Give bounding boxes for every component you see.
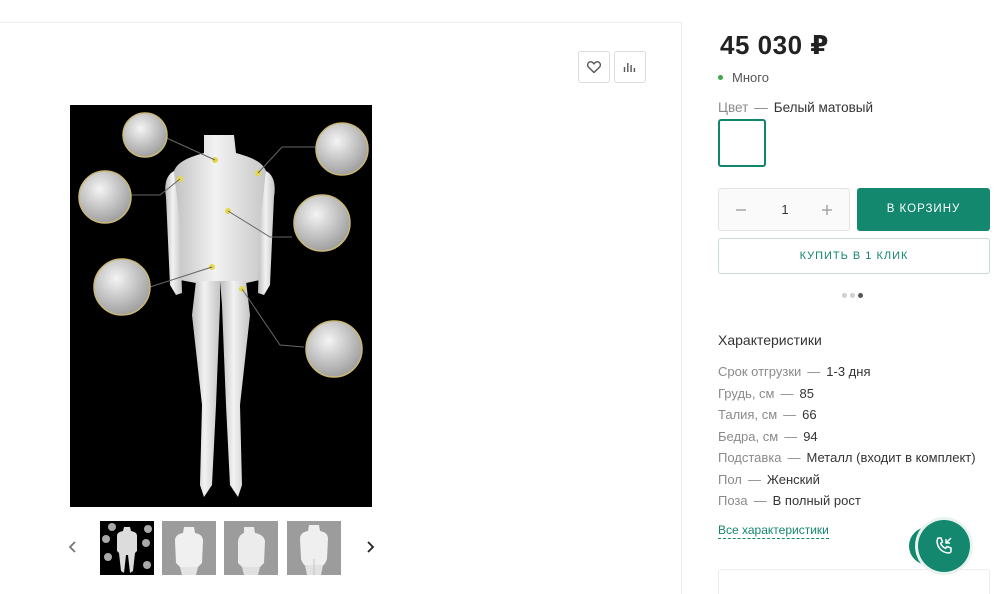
product-price: 45 030 ₽ bbox=[720, 30, 829, 60]
quantity-decrease-button[interactable] bbox=[729, 199, 753, 221]
spec-value: 1-3 дня bbox=[826, 364, 871, 379]
spec-separator: — bbox=[784, 428, 798, 444]
spec-separator: — bbox=[753, 493, 767, 508]
quantity-input[interactable]: 1 bbox=[759, 189, 811, 230]
call-button[interactable] bbox=[909, 517, 973, 575]
color-value: Белый матовый bbox=[773, 100, 873, 115]
stock-text: Много bbox=[732, 70, 769, 85]
buy-one-click-button[interactable]: КУПИТЬ В 1 КЛИК bbox=[718, 238, 990, 274]
thumbnail-3[interactable] bbox=[224, 521, 278, 575]
spec-value: 94 bbox=[803, 428, 818, 444]
favorite-button[interactable] bbox=[578, 51, 610, 83]
quantity-increase-button[interactable] bbox=[815, 199, 839, 221]
product-info-panel: 45 030 ₽ Много Цвет — Белый матовый 1 В КО… bbox=[718, 0, 990, 594]
phone-icon bbox=[936, 537, 952, 554]
spec-value: В полный рост bbox=[772, 493, 861, 508]
spec-row: Талия, см — 66 bbox=[718, 407, 976, 429]
spec-separator: — bbox=[780, 385, 794, 401]
quantity-stepper: 1 bbox=[718, 188, 850, 231]
spec-label: Пол bbox=[718, 471, 742, 487]
minus-icon bbox=[736, 209, 746, 211]
mannequin-illustration bbox=[78, 112, 369, 497]
main-product-image[interactable] bbox=[70, 105, 372, 507]
spec-value: 66 bbox=[802, 407, 817, 422]
color-row: Цвет — Белый матовый bbox=[718, 100, 873, 115]
slider-dot[interactable] bbox=[850, 293, 855, 298]
stock-status: Много bbox=[718, 70, 769, 85]
thumbnail-4[interactable] bbox=[287, 521, 341, 575]
slider-dot[interactable] bbox=[842, 293, 847, 298]
spec-label: Грудь, см bbox=[718, 385, 775, 401]
stock-dot-icon bbox=[718, 75, 723, 80]
spec-separator: — bbox=[783, 407, 797, 422]
all-specs-link[interactable]: Все характеристики bbox=[718, 523, 829, 539]
call-button-circle bbox=[918, 520, 970, 572]
chevron-left-icon bbox=[68, 541, 76, 553]
compare-button[interactable] bbox=[614, 51, 646, 83]
chevron-right-icon bbox=[367, 541, 375, 553]
prev-thumbnail-button[interactable] bbox=[60, 534, 86, 560]
spec-label: Поза bbox=[718, 493, 748, 508]
thumbnail-1[interactable] bbox=[100, 521, 154, 575]
specs-title: Характеристики bbox=[718, 332, 822, 348]
color-separator: — bbox=[754, 100, 768, 115]
thumbnail-strip bbox=[60, 521, 390, 577]
spec-separator: — bbox=[807, 364, 821, 379]
spec-row: Грудь, см — 85 bbox=[718, 386, 976, 408]
spec-label: Срок отгрузки bbox=[718, 364, 802, 379]
bar-chart-icon bbox=[623, 63, 636, 72]
slider-dots bbox=[842, 293, 863, 298]
spec-value: Женский bbox=[766, 471, 820, 487]
product-gallery bbox=[0, 22, 682, 594]
spec-row: Срок отгрузки — 1-3 дня bbox=[718, 364, 976, 386]
add-to-cart-button[interactable]: В КОРЗИНУ bbox=[857, 188, 990, 231]
spec-row: Подставка — Металл (входит в комплект) bbox=[718, 450, 976, 472]
spec-label: Бедра, см bbox=[718, 428, 779, 444]
plus-icon bbox=[822, 205, 832, 215]
spec-row: Пол — Женский bbox=[718, 472, 976, 494]
spec-value: 85 bbox=[799, 385, 814, 401]
spec-row: Поза — В полный рост bbox=[718, 493, 976, 515]
thumbnail-2[interactable] bbox=[162, 521, 216, 575]
spec-label: Подставка bbox=[718, 450, 782, 465]
spec-separator: — bbox=[787, 450, 801, 465]
spec-row: Бедра, см — 94 bbox=[718, 429, 976, 451]
slider-dot-active[interactable] bbox=[858, 293, 863, 298]
color-label: Цвет bbox=[718, 100, 749, 115]
next-thumbnail-button[interactable] bbox=[357, 534, 383, 560]
specs-list: Срок отгрузки —1-3 дня Грудь, см —85 Талия… bbox=[718, 364, 976, 515]
spec-label: Талия, см bbox=[718, 407, 778, 422]
spec-value: Металл (входит в комплект) bbox=[806, 450, 976, 465]
color-swatch-white-matte[interactable] bbox=[718, 119, 766, 167]
heart-icon bbox=[586, 61, 602, 74]
spec-separator: — bbox=[747, 471, 761, 487]
swatch-fill bbox=[723, 124, 761, 162]
